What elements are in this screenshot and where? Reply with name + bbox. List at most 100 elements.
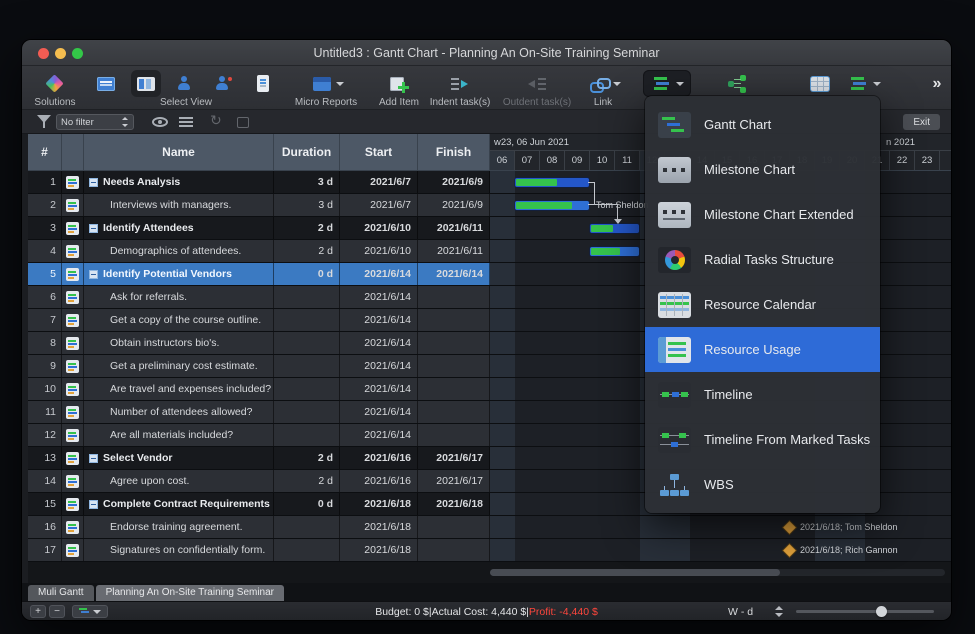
header-name[interactable]: Name — [84, 134, 274, 171]
gantt-bar[interactable] — [590, 224, 639, 233]
task-type-icon — [66, 314, 79, 327]
header-icon-column[interactable] — [62, 134, 84, 171]
view-panel-button[interactable] — [93, 70, 119, 97]
view-menu-item[interactable]: Timeline — [645, 372, 880, 417]
view-menu-item[interactable]: Milestone Chart — [645, 147, 880, 192]
task-name-cell: Are travel and expenses included? — [84, 378, 274, 400]
header-finish[interactable]: Finish — [418, 134, 490, 171]
minimize-button[interactable] — [55, 48, 66, 59]
frame-icon[interactable] — [232, 111, 254, 133]
task-name-cell: Get a preliminary cost estimate. — [84, 355, 274, 377]
task-name-cell: Identify Potential Vendors — [84, 263, 274, 285]
task-type-icon — [66, 199, 79, 212]
timescale-stepper[interactable] — [774, 605, 784, 618]
gantt-cell: 2021/6/18; Tom Sheldon — [490, 516, 951, 538]
task-type-icon — [66, 268, 79, 281]
gantt-bar[interactable] — [590, 247, 639, 256]
timeline-day-cell: 10 — [590, 151, 615, 170]
zoom-slider-thumb[interactable] — [876, 606, 887, 617]
task-name-cell: Select Vendor — [84, 447, 274, 469]
start-cell: 2021/6/14 — [340, 263, 418, 285]
view-menu-item-label: Milestone Chart — [704, 162, 795, 177]
indent-task-button[interactable] — [447, 70, 473, 97]
outdent-task-button[interactable] — [524, 70, 550, 97]
task-type-icon — [66, 521, 79, 534]
gantt-options-button[interactable] — [845, 70, 883, 97]
duration-cell — [274, 355, 340, 377]
collapse-icon[interactable] — [89, 454, 98, 463]
current-view-button[interactable] — [131, 70, 161, 97]
network-diagram-button[interactable] — [724, 70, 750, 97]
refresh-icon[interactable] — [206, 110, 228, 132]
link-tasks-button[interactable] — [586, 70, 622, 97]
document-view-button[interactable] — [250, 70, 276, 97]
micro-reports-button[interactable] — [309, 70, 345, 97]
view-menu-item[interactable]: Milestone Chart Extended — [645, 192, 880, 237]
task-type-icon — [66, 176, 79, 189]
gantt-bar[interactable] — [515, 201, 589, 210]
collapse-icon[interactable] — [89, 224, 98, 233]
view-menu-button[interactable] — [643, 70, 691, 97]
collapse-icon[interactable] — [89, 270, 98, 279]
milestone-diamond[interactable] — [783, 521, 796, 534]
gantt-export-icon — [848, 73, 870, 95]
view-menu-item[interactable]: Resource Calendar — [645, 282, 880, 327]
duration-cell: 2 d — [274, 470, 340, 492]
duration-cell: 0 d — [274, 493, 340, 515]
milestone-label: 2021/6/18; Tom Sheldon — [800, 522, 897, 532]
table-row[interactable]: 16Endorse training agreement.2021/6/1820… — [28, 516, 951, 539]
finish-cell — [418, 378, 490, 400]
funnel-icon[interactable] — [34, 111, 56, 133]
resource-view-button[interactable] — [172, 70, 198, 97]
timeline-day-cell: 08 — [540, 151, 565, 170]
assignment-view-button[interactable] — [211, 70, 237, 97]
header-start[interactable]: Start — [340, 134, 418, 171]
start-cell: 2021/6/16 — [340, 447, 418, 469]
gantt-bar[interactable] — [515, 178, 589, 187]
view-menu-item[interactable]: WBS — [645, 462, 880, 507]
resource-usage-icon — [658, 337, 691, 363]
eye-icon[interactable] — [150, 111, 172, 133]
solutions-icon — [44, 73, 66, 95]
table-view-button[interactable] — [807, 70, 833, 97]
header-duration[interactable]: Duration — [274, 134, 340, 171]
row-number-cell: 7 — [28, 309, 62, 331]
titlebar[interactable]: Untitled3 : Gantt Chart - Planning An On… — [22, 40, 951, 66]
zoom-slider[interactable] — [796, 610, 934, 613]
gantt-chart-icon — [658, 112, 691, 138]
link-icon — [588, 73, 610, 95]
row-number-cell: 5 — [28, 263, 62, 285]
list-icon[interactable] — [176, 111, 198, 133]
table-row[interactable]: 17Signatures on confidentially form.2021… — [28, 539, 951, 562]
window-title: Untitled3 : Gantt Chart - Planning An On… — [92, 46, 881, 60]
filter-select[interactable]: No filter — [56, 114, 134, 130]
row-icon-cell — [62, 286, 84, 308]
view-menu-item[interactable]: Radial Tasks Structure — [645, 237, 880, 282]
add-item-button[interactable] — [386, 70, 412, 97]
current-view-icon — [135, 73, 157, 95]
zoom-button[interactable] — [72, 48, 83, 59]
solutions-button[interactable] — [42, 70, 68, 97]
milestone-diamond[interactable] — [783, 544, 796, 557]
collapse-icon[interactable] — [89, 178, 98, 187]
document-tab[interactable]: Muli Gantt — [28, 585, 94, 601]
view-menu-item[interactable]: Resource Usage — [645, 327, 880, 372]
hscrollbar-thumb[interactable] — [490, 569, 780, 576]
header-row-number[interactable]: # — [28, 134, 62, 171]
task-type-icon — [66, 360, 79, 373]
document-tab[interactable]: Planning An On-Site Training Seminar — [96, 585, 284, 601]
view-menu-item[interactable]: Timeline From Marked Tasks — [645, 417, 880, 462]
start-cell: 2021/6/14 — [340, 332, 418, 354]
view-menu-item[interactable]: Gantt Chart — [645, 102, 880, 147]
milestone-chart-extended-icon — [658, 202, 691, 228]
close-button[interactable] — [38, 48, 49, 59]
row-icon-cell — [62, 493, 84, 515]
exit-button[interactable]: Exit — [903, 114, 940, 130]
timeline-day-cell: 06 — [490, 151, 515, 170]
toolbar-overflow-chevron[interactable]: » — [924, 70, 950, 97]
collapse-icon[interactable] — [89, 500, 98, 509]
task-name-cell: Signatures on confidentially form. — [84, 539, 274, 561]
row-icon-cell — [62, 378, 84, 400]
task-name-cell: Agree upon cost. — [84, 470, 274, 492]
chevron-down-icon — [613, 82, 621, 86]
